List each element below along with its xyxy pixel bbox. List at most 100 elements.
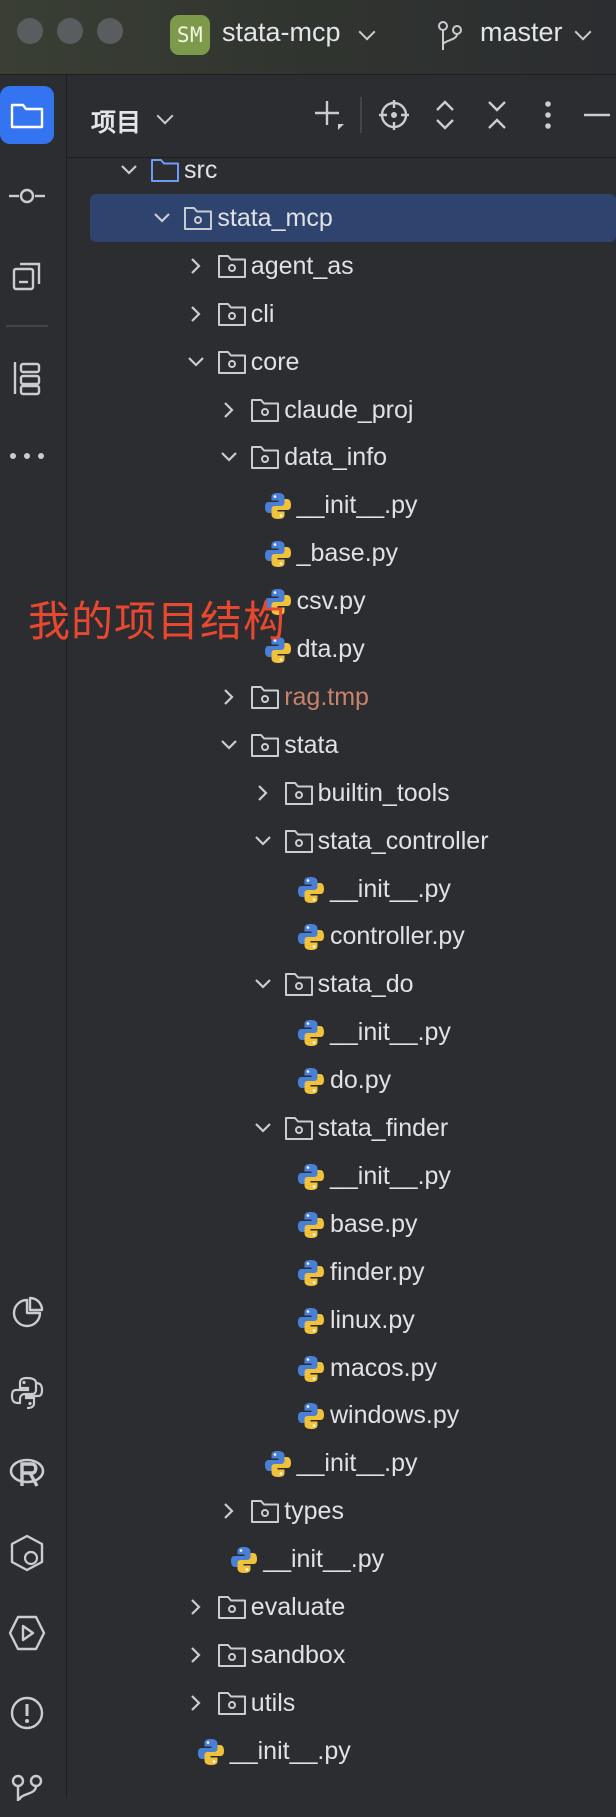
locate-button[interactable]	[374, 95, 414, 135]
tree-file-row[interactable]: do.py	[67, 1056, 616, 1104]
problems-icon	[10, 1696, 44, 1730]
tree-folder-row[interactable]: cli	[67, 290, 616, 338]
python-file-icon	[196, 1737, 226, 1765]
structure-icon	[13, 362, 41, 396]
tree-file-row[interactable]: macos.py	[67, 1344, 616, 1392]
chevron-down-icon[interactable]	[150, 206, 174, 230]
tree-folder-row[interactable]: evaluate	[67, 1583, 616, 1631]
tree-folder-row[interactable]: stata_controller	[67, 817, 616, 865]
git-tool-button[interactable]	[0, 1759, 54, 1817]
expand-all-button[interactable]	[425, 95, 465, 135]
tree-folder-row[interactable]: agent_as	[67, 242, 616, 290]
project-tool-button[interactable]	[0, 86, 54, 144]
tree-folder-row[interactable]: claude_proj	[67, 386, 616, 434]
add-button[interactable]	[309, 95, 349, 135]
run-tool-button[interactable]	[0, 1604, 54, 1662]
tree-folder-row[interactable]: data_info	[67, 433, 616, 481]
tree-file-row[interactable]: finder.py	[67, 1248, 616, 1296]
chevron-right-icon[interactable]	[217, 1499, 241, 1523]
branch-icon[interactable]	[436, 20, 464, 52]
tree-item-label: core	[250, 347, 300, 376]
branch-name[interactable]: master	[480, 17, 563, 48]
panel-title[interactable]: 项目	[91, 103, 141, 139]
tree-folder-row[interactable]: builtin_tools	[67, 769, 616, 817]
locate-icon	[379, 100, 409, 130]
tree-folder-row[interactable]: stata	[67, 721, 616, 769]
python-file-icon	[296, 1210, 326, 1238]
tree-file-row[interactable]: __init__.py	[67, 481, 616, 529]
chevron-down-icon[interactable]	[217, 445, 241, 469]
project-chevron-down-icon[interactable]	[358, 23, 376, 41]
package-folder-icon	[250, 443, 280, 471]
chevron-down-icon[interactable]	[251, 829, 275, 853]
tree-file-row[interactable]: __init__.py	[67, 865, 616, 913]
chevron-right-icon[interactable]	[184, 1643, 208, 1667]
profiler-tool-button[interactable]	[0, 1284, 54, 1342]
tree-folder-row[interactable]: rag.tmp	[67, 673, 616, 721]
project-badge[interactable]: SM	[170, 15, 210, 55]
chevron-right-icon[interactable]	[184, 254, 208, 278]
options-button[interactable]	[528, 95, 568, 135]
package-folder-icon	[250, 396, 280, 424]
chevron-down-icon[interactable]	[117, 158, 141, 182]
python-file-icon	[296, 1401, 326, 1430]
tree-folder-row[interactable]: src	[67, 146, 616, 194]
tree-file-row[interactable]: controller.py	[67, 912, 616, 960]
tree-folder-row[interactable]: core	[67, 338, 616, 386]
tree-item-label: __init__.py	[229, 1736, 351, 1765]
expand-all-icon	[436, 100, 454, 130]
tree-file-row[interactable]: linux.py	[67, 1296, 616, 1344]
python-file-icon	[263, 539, 293, 568]
tree-file-row[interactable]: __init__.py	[67, 1008, 616, 1056]
chevron-right-icon[interactable]	[217, 398, 241, 422]
header-divider	[360, 97, 362, 133]
hide-panel-button[interactable]	[577, 95, 616, 135]
tree-folder-row[interactable]: stata_mcp	[67, 193, 616, 242]
tree-item-label: types	[284, 1497, 344, 1526]
tree-file-row[interactable]: __init__.py	[67, 1727, 616, 1775]
tree-file-row[interactable]: __init__.py	[67, 1152, 616, 1200]
tree-file-row[interactable]: __init__.py	[67, 1439, 616, 1487]
chevron-down-icon[interactable]	[184, 350, 208, 374]
tree-file-row[interactable]: base.py	[67, 1200, 616, 1248]
package-folder-icon	[217, 1641, 247, 1669]
tree-folder-row[interactable]: utils	[67, 1679, 616, 1727]
tree-folder-row[interactable]: types	[67, 1487, 616, 1535]
tree-folder-row[interactable]: sandbox	[67, 1631, 616, 1679]
tree-folder-row[interactable]: stata_do	[67, 960, 616, 1008]
branch-chevron-down-icon[interactable]	[574, 23, 592, 41]
chevron-down-icon[interactable]	[251, 972, 275, 996]
tree-file-row[interactable]: __init__.py	[67, 1535, 616, 1583]
minimize-window-button[interactable]	[57, 18, 83, 44]
view-chevron-down-icon[interactable]	[156, 107, 174, 125]
r-console-icon	[9, 1458, 45, 1487]
tree-file-row[interactable]: _base.py	[67, 529, 616, 577]
more-tools-button[interactable]	[0, 427, 54, 485]
commit-tool-button[interactable]	[0, 167, 54, 225]
package-folder-icon	[217, 1593, 247, 1621]
pull-requests-tool-button[interactable]	[0, 247, 54, 305]
structure-tool-button[interactable]	[0, 349, 54, 407]
tree-file-row[interactable]: windows.py	[67, 1391, 616, 1439]
tree-folder-row[interactable]: stata_finder	[67, 1104, 616, 1152]
python-file-icon	[296, 1162, 326, 1190]
chevron-right-icon[interactable]	[217, 685, 241, 709]
r-console-tool-button[interactable]	[0, 1444, 54, 1502]
tree-item-label: agent_as	[250, 251, 354, 280]
python-console-tool-button[interactable]	[0, 1524, 54, 1582]
chevron-right-icon[interactable]	[184, 1691, 208, 1715]
chevron-down-icon[interactable]	[251, 1116, 275, 1140]
zoom-window-button[interactable]	[97, 18, 123, 44]
python-console-icon	[10, 1534, 44, 1572]
chevron-right-icon[interactable]	[251, 781, 275, 805]
chevron-right-icon[interactable]	[184, 1595, 208, 1619]
strip-divider	[6, 325, 48, 327]
problems-tool-button[interactable]	[0, 1684, 54, 1742]
tree-item-label: __init__.py	[296, 1449, 418, 1478]
chevron-right-icon[interactable]	[184, 302, 208, 326]
close-window-button[interactable]	[17, 18, 43, 44]
chevron-down-icon[interactable]	[217, 733, 241, 757]
python-packages-tool-button[interactable]	[0, 1364, 54, 1422]
collapse-all-button[interactable]	[477, 95, 517, 135]
project-name[interactable]: stata-mcp	[222, 17, 341, 48]
